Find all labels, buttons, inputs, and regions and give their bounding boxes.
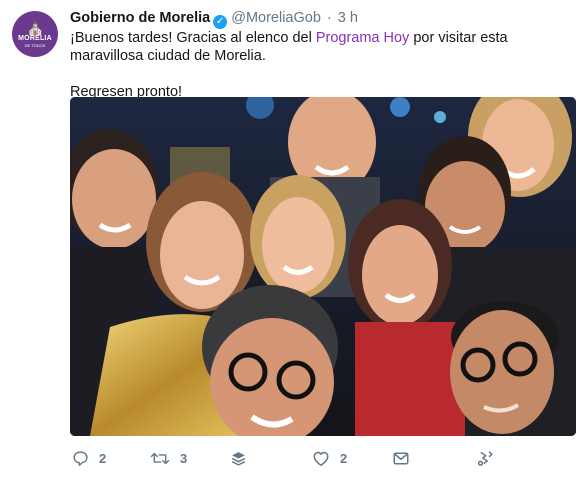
like-count: 2 bbox=[340, 450, 348, 466]
tweet-photo[interactable] bbox=[70, 97, 576, 436]
retweet-count: 3 bbox=[180, 450, 188, 466]
separator: · bbox=[326, 10, 332, 26]
display-name[interactable]: Gobierno de Morelia bbox=[70, 10, 210, 26]
program-link[interactable]: Programa Hoy bbox=[316, 30, 409, 46]
like-icon bbox=[313, 451, 329, 466]
reply-icon bbox=[73, 450, 88, 466]
reply-button[interactable]: 2 bbox=[72, 447, 106, 469]
selfie-photo-illustration bbox=[70, 97, 576, 436]
timestamp[interactable]: 3 h bbox=[338, 10, 358, 26]
avatar-brand: MORELIA bbox=[18, 34, 52, 42]
tweet-text-line-1: ¡Buenos tardes! Gracias al elenco del Pr… bbox=[70, 29, 570, 65]
analytics-button[interactable] bbox=[475, 447, 495, 469]
tweet-header: Gobierno de Morelia ✓ @MoreliaGob · 3 h bbox=[70, 9, 358, 29]
verified-icon: ✓ bbox=[213, 15, 228, 29]
text-before-link: ¡Buenos tardes! Gracias al elenco del bbox=[70, 30, 316, 46]
handle[interactable]: @MoreliaGob bbox=[231, 10, 321, 26]
message-icon bbox=[393, 452, 409, 464]
cathedral-logo-icon: ⛪ bbox=[26, 18, 45, 36]
retweet-icon bbox=[150, 452, 170, 464]
stack-button[interactable] bbox=[230, 447, 247, 469]
avatar[interactable]: ⛪ MORELIA DE TODOS bbox=[12, 11, 58, 57]
tweet-text: ¡Buenos tardes! Gracias al elenco del Pr… bbox=[70, 29, 570, 101]
retweet-button[interactable]: 3 bbox=[150, 447, 187, 469]
analytics-icon bbox=[477, 451, 493, 466]
tweet: ⛪ MORELIA DE TODOS Gobierno de Morelia ✓ … bbox=[0, 0, 587, 477]
tweet-actions: 2 3 2 bbox=[70, 447, 510, 469]
stack-icon bbox=[231, 451, 246, 466]
like-button[interactable]: 2 bbox=[312, 447, 347, 469]
message-button[interactable] bbox=[392, 447, 410, 469]
avatar-sub: DE TODOS bbox=[24, 42, 46, 48]
reply-count: 2 bbox=[99, 450, 107, 466]
